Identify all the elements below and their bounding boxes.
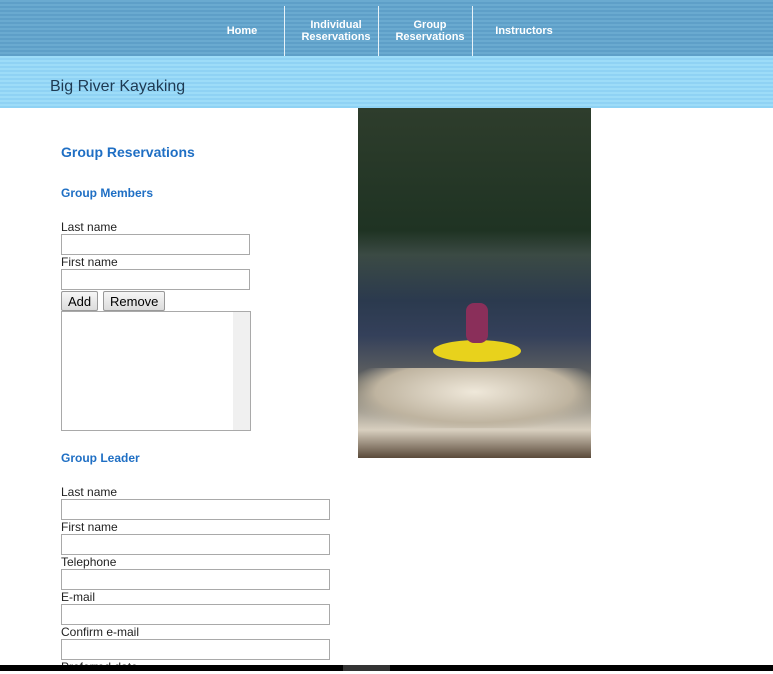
scroll-thumb[interactable] bbox=[343, 665, 390, 671]
email-label: E-mail bbox=[61, 590, 96, 604]
telephone-label: Telephone bbox=[61, 555, 117, 569]
kayaker-shape bbox=[466, 303, 488, 343]
kayaking-photo bbox=[358, 108, 591, 458]
member-first-name-label: First name bbox=[61, 255, 118, 269]
top-nav: Home Individual Reservations Group Reser… bbox=[0, 0, 773, 56]
add-button[interactable]: Add bbox=[61, 291, 99, 311]
banner: Big River Kayaking bbox=[0, 56, 773, 108]
remove-button[interactable]: Remove bbox=[103, 291, 166, 311]
whitewater-shape bbox=[358, 368, 591, 428]
scrollbar[interactable] bbox=[233, 312, 250, 430]
nav-divider bbox=[284, 6, 285, 56]
leader-first-name-label: First name bbox=[61, 520, 118, 534]
email-input[interactable] bbox=[61, 604, 330, 625]
member-last-name-input[interactable] bbox=[61, 234, 250, 255]
leader-first-name-input[interactable] bbox=[61, 534, 330, 555]
leader-last-name-label: Last name bbox=[61, 485, 118, 499]
nav-divider bbox=[378, 6, 379, 56]
nav-divider bbox=[472, 6, 473, 56]
confirm-email-input[interactable] bbox=[61, 639, 330, 660]
bottom-bar bbox=[0, 665, 773, 671]
member-last-name-label: Last name bbox=[61, 220, 118, 234]
kayak-shape bbox=[433, 340, 521, 362]
members-listbox[interactable] bbox=[61, 311, 251, 431]
nav-group-reservations[interactable]: Group Reservations bbox=[390, 6, 470, 56]
telephone-input[interactable] bbox=[61, 569, 330, 590]
confirm-email-label: Confirm e-mail bbox=[61, 625, 140, 639]
nav-instructors[interactable]: Instructors bbox=[480, 6, 568, 56]
nav-home[interactable]: Home bbox=[200, 6, 284, 56]
member-first-name-input[interactable] bbox=[61, 269, 250, 290]
site-title: Big River Kayaking bbox=[50, 78, 186, 95]
group-members-heading: Group Members bbox=[61, 186, 154, 200]
nav-individual-reservations[interactable]: Individual Reservations bbox=[295, 6, 377, 56]
page-title: Group Reservations bbox=[61, 144, 195, 160]
leader-last-name-input[interactable] bbox=[61, 499, 330, 520]
group-leader-heading: Group Leader bbox=[61, 451, 140, 465]
